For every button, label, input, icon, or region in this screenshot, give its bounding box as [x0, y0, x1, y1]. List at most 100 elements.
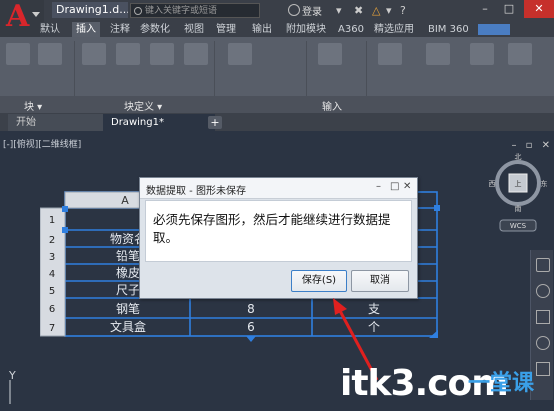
orbit-icon[interactable]	[536, 336, 550, 350]
save-required-dialog: 数据提取 - 图形未保存 – □ ✕ 必须先保存图形，然后才能继续进行数据提取。…	[139, 177, 418, 299]
grip-handle[interactable]	[62, 206, 68, 212]
help-icon[interactable]: ?	[400, 4, 406, 17]
block-editor-icon[interactable]	[184, 43, 208, 65]
file-tabs: 开始 Drawing1* +	[0, 113, 554, 131]
table-cell[interactable]: 6	[247, 320, 255, 334]
clip-icon[interactable]	[426, 43, 450, 65]
file-tab-drawing[interactable]: Drawing1*	[103, 114, 215, 131]
row-number: 6	[49, 304, 55, 315]
dialog-minimize-button[interactable]: –	[376, 181, 381, 192]
tab-annotate[interactable]: 注释	[110, 22, 130, 37]
dialog-close-button[interactable]: ✕	[403, 181, 411, 192]
panel-title-block[interactable]: 块 ▾	[24, 98, 42, 113]
tab-view[interactable]: 视图	[184, 22, 204, 37]
import-icon[interactable]	[228, 43, 252, 65]
compass-east[interactable]: 东	[541, 179, 548, 188]
field-icon[interactable]	[508, 43, 532, 65]
create-block-icon[interactable]	[82, 43, 106, 65]
autocad-logo-icon: A	[6, 0, 30, 34]
chevron-down-icon[interactable]: ▾	[386, 4, 392, 17]
user-icon[interactable]	[288, 4, 300, 16]
location-icon[interactable]	[470, 43, 494, 65]
viewcube[interactable]: 上 北 南 西 东 WCS	[488, 150, 548, 240]
watermark-sub: 一堂课	[468, 371, 535, 396]
define-attribute-icon[interactable]	[116, 43, 140, 65]
viewcube-face-label: 上	[515, 179, 522, 188]
table-cell[interactable]: 文具盒	[110, 319, 146, 334]
tab-featured-apps[interactable]: 精选应用	[374, 22, 414, 37]
row-number: 7	[49, 323, 55, 334]
edit-attribute-icon[interactable]	[38, 43, 62, 65]
grip-handle[interactable]	[434, 205, 440, 211]
zoom-icon[interactable]	[536, 310, 550, 324]
panel-separator	[306, 41, 307, 101]
exchange-icon[interactable]: ✖	[354, 4, 363, 17]
compass-north[interactable]: 北	[515, 153, 522, 161]
showmotion-icon[interactable]	[536, 362, 550, 376]
cancel-button[interactable]: 取消	[351, 270, 409, 292]
manage-attributes-icon[interactable]	[150, 43, 174, 65]
ucs-y-label: Y	[8, 370, 16, 382]
tab-insert[interactable]: 插入	[72, 22, 100, 37]
attach-icon[interactable]	[378, 43, 402, 65]
chevron-down-icon[interactable]: ▾	[336, 4, 342, 17]
close-button[interactable]: ✕	[524, 0, 554, 18]
ribbon-toggle-button[interactable]	[478, 24, 510, 35]
panel-title-block-definition[interactable]: 块定义 ▾	[124, 98, 162, 113]
column-header-label: A	[121, 194, 129, 207]
grip-handle[interactable]	[62, 227, 68, 233]
dialog-title-bar[interactable]: 数据提取 - 图形未保存 – □ ✕	[140, 178, 417, 199]
dialog-message: 必须先保存图形，然后才能继续进行数据提取。	[153, 212, 391, 245]
panel-separator	[214, 41, 215, 101]
table-cell[interactable]: 铅笔	[116, 248, 140, 263]
row-number: 3	[49, 252, 55, 263]
insert-block-icon[interactable]	[6, 43, 30, 65]
save-button[interactable]: 保存(S)	[291, 270, 347, 292]
chevron-down-icon	[32, 12, 40, 17]
table-cell[interactable]: 橡皮	[116, 266, 140, 280]
tab-bim360[interactable]: BIM 360	[428, 22, 469, 37]
table-cell[interactable]: 8	[247, 302, 255, 316]
tab-parametric[interactable]: 参数化	[140, 22, 170, 37]
row-number: 2	[49, 235, 55, 246]
tab-default[interactable]: 默认	[40, 22, 60, 37]
pdf-import-icon[interactable]	[318, 43, 342, 65]
login-button[interactable]: 登录	[302, 3, 322, 18]
row-number: 1	[49, 215, 55, 226]
new-tab-button[interactable]: +	[208, 116, 222, 129]
panel-separator	[366, 41, 367, 101]
tab-manage[interactable]: 管理	[216, 22, 236, 37]
dialog-restore-button[interactable]: □	[390, 181, 399, 192]
grip-handle[interactable]	[246, 336, 256, 342]
dialog-title: 数据提取 - 图形未保存	[146, 186, 246, 197]
panel-title-bar: 块 ▾ 块定义 ▾ 输入	[0, 96, 554, 113]
viewport-label[interactable]: [-][俯视][二维线框]	[3, 137, 81, 150]
app-menu-button[interactable]: A	[0, 0, 44, 40]
tab-a360[interactable]: A360	[338, 22, 364, 37]
panel-separator	[74, 41, 75, 101]
minimize-button[interactable]: –	[474, 0, 496, 18]
compass-south[interactable]: 南	[515, 204, 522, 213]
panel-title-import: 输入	[322, 102, 342, 113]
row-number: 4	[49, 269, 55, 280]
tab-output[interactable]: 输出	[252, 22, 272, 37]
maximize-button[interactable]: □	[498, 0, 520, 18]
table-cell[interactable]: 尺子	[116, 283, 140, 297]
search-input[interactable]: 键入关键字或短语	[130, 3, 260, 18]
row-number: 5	[49, 286, 55, 297]
document-title: Drawing1.d...	[52, 2, 128, 18]
wcs-label: WCS	[510, 222, 527, 230]
a360-icon[interactable]: △	[372, 4, 380, 17]
ribbon-tabs: 默认 插入 注释 参数化 视图 管理 输出 附加模块 A360 精选应用 BIM…	[40, 22, 554, 37]
file-tab-start[interactable]: 开始	[8, 114, 110, 131]
window-controls: – □ ✕	[464, 0, 554, 18]
pan-icon[interactable]	[536, 284, 550, 298]
search-icon	[134, 7, 142, 15]
ucs-icon: Y	[8, 370, 16, 404]
table-cell[interactable]: 钢笔	[116, 301, 140, 316]
watermark: itk3.com 一堂课	[340, 363, 534, 404]
tab-addins[interactable]: 附加模块	[286, 22, 326, 37]
steering-wheel-icon[interactable]	[536, 258, 550, 272]
dialog-body: 必须先保存图形，然后才能继续进行数据提取。	[145, 200, 412, 262]
compass-west[interactable]: 西	[489, 180, 496, 188]
